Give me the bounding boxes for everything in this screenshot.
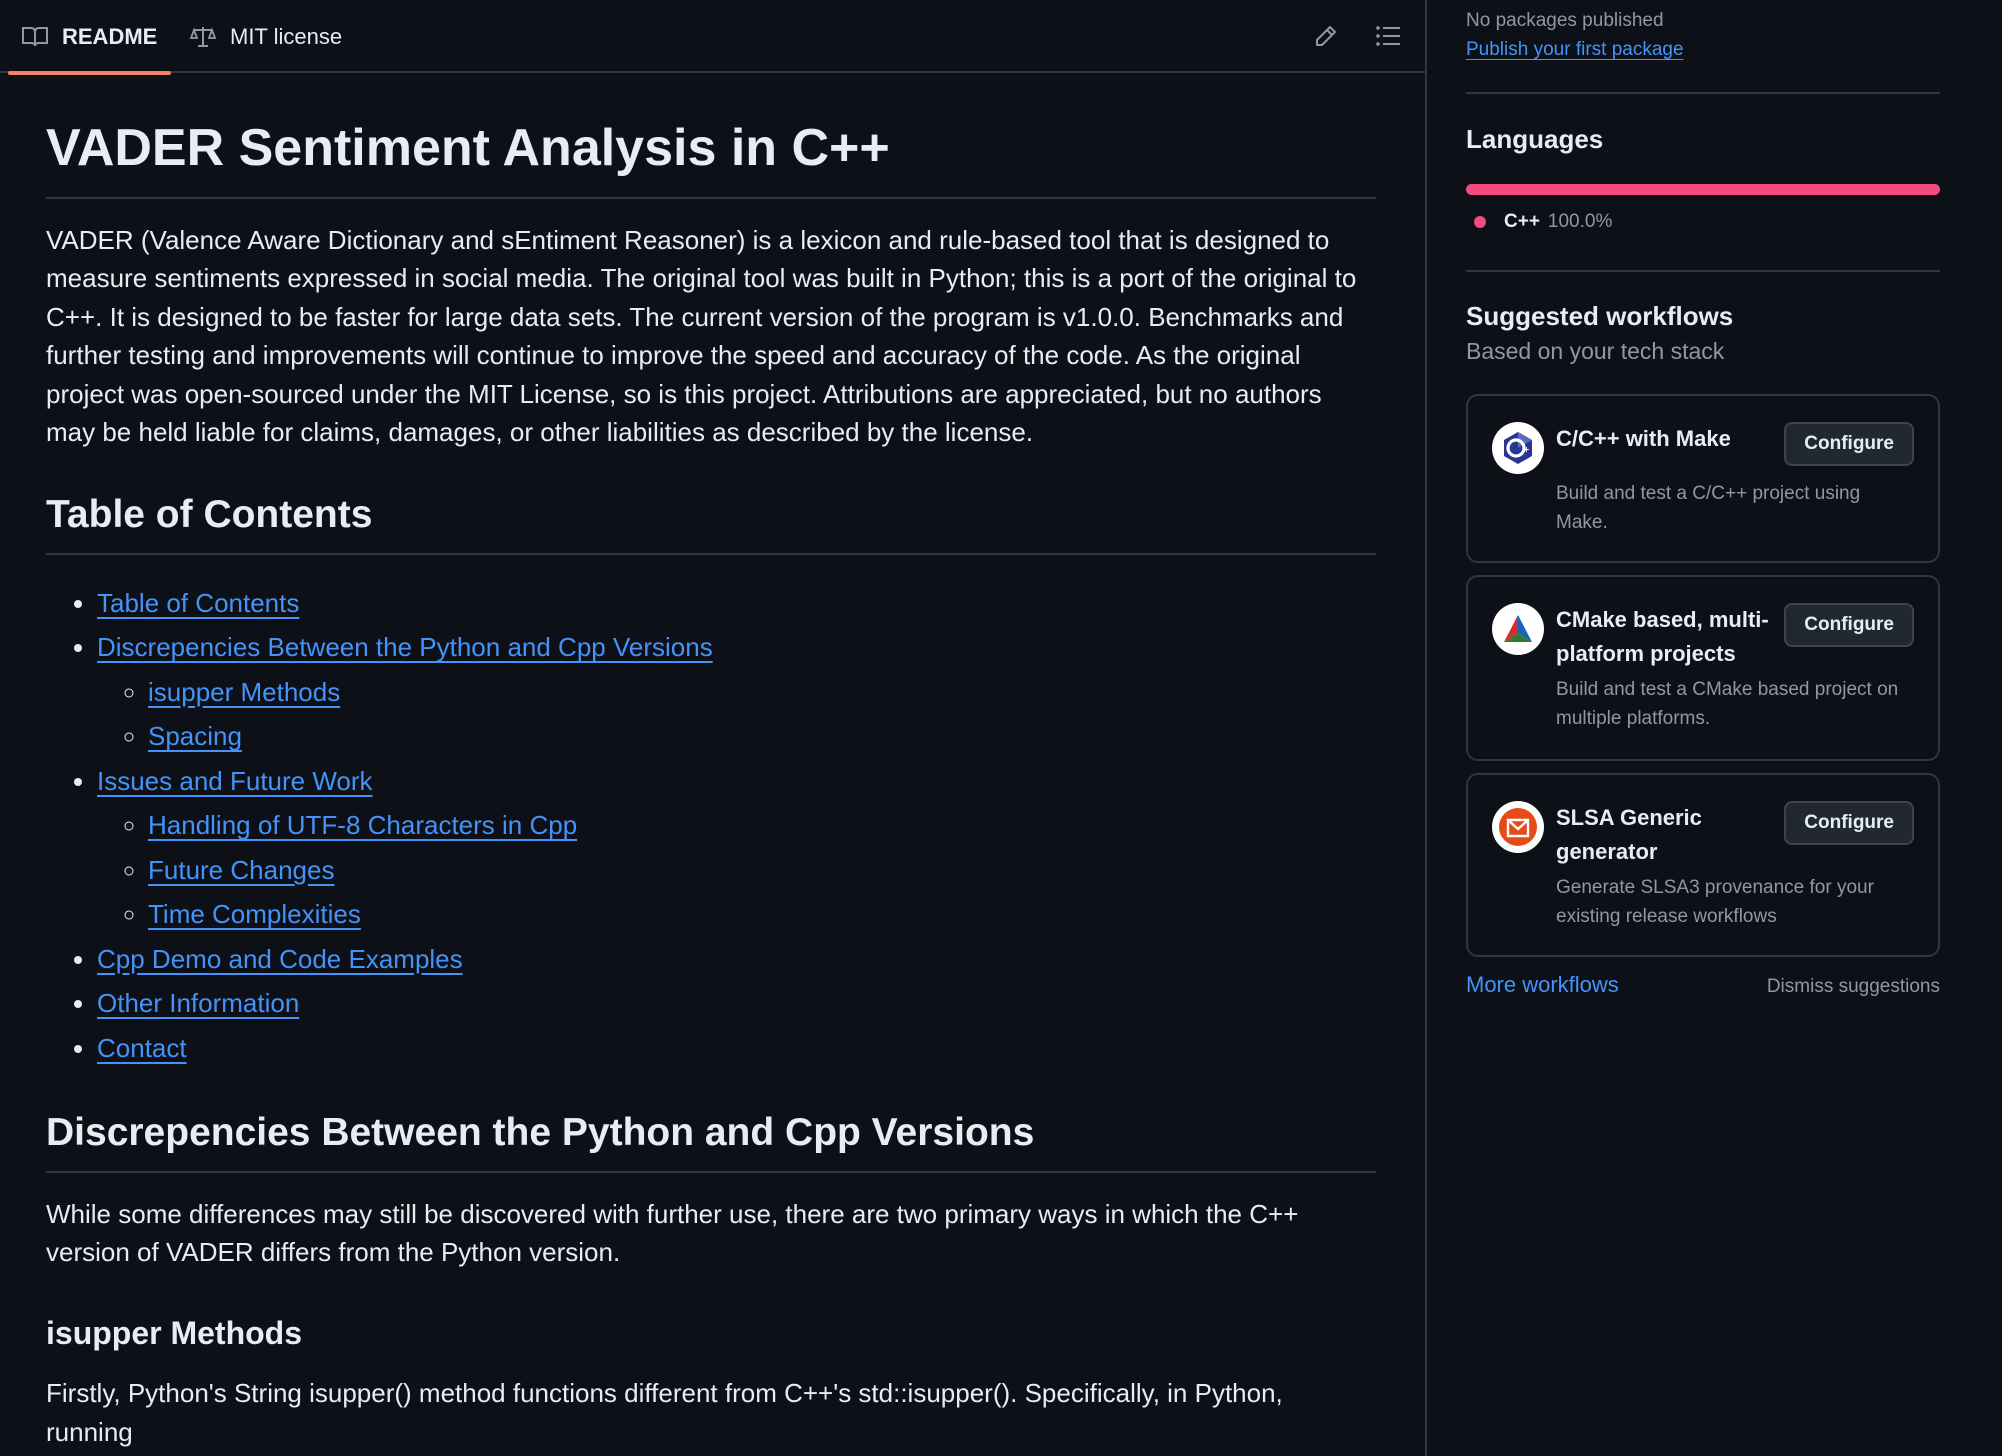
tab-license[interactable]: MIT license (190, 0, 342, 73)
toc-link-discrepencies[interactable]: Discrepencies Between the Python and Cpp… (97, 632, 713, 662)
toc-link-other-information[interactable]: Other Information (97, 988, 299, 1018)
edit-file-button[interactable] (1310, 20, 1342, 52)
toc-item: Other Information (97, 981, 1376, 1026)
readme-panel: README MIT license VADER Sentiment Analy… (0, 0, 1427, 1456)
workflow-title: SLSA Generic generator (1556, 805, 1702, 864)
workflows-heading: Suggested workflows (1466, 301, 1734, 331)
svg-text:+: + (1523, 445, 1530, 454)
language-bar-cpp (1466, 184, 1940, 195)
discrepencies-paragraph: While some differences may still be disc… (46, 1198, 1299, 1268)
workflow-description: Build and test a CMake based project on … (1556, 679, 1899, 729)
toc-link-time-complexities[interactable]: Time Complexities (148, 899, 361, 929)
tab-readme-label: README (62, 23, 158, 49)
toc-item: Contact (97, 1026, 1376, 1071)
workflow-description: Generate SLSA3 provenance for your exist… (1556, 877, 1874, 927)
book-icon (22, 26, 48, 46)
tab-readme[interactable]: README (8, 0, 172, 75)
toc-item: Table of Contents (97, 581, 1376, 626)
languages-heading: Languages (1466, 124, 1604, 154)
workflow-title: CMake based, multi-platform projects (1556, 607, 1769, 666)
configure-button[interactable]: Configure (1784, 422, 1914, 466)
toc-link-isupper-methods[interactable]: isupper Methods (148, 677, 340, 707)
publish-package-link[interactable]: Publish your first package (1466, 39, 1684, 61)
outline-button[interactable] (1372, 20, 1404, 52)
workflow-card-cmake: CMake based, multi-platform projects Con… (1466, 575, 1940, 761)
isupper-heading: isupper Methods (46, 1314, 303, 1351)
toc-link-contact[interactable]: Contact (97, 1033, 187, 1063)
tab-license-label: MIT license (230, 23, 343, 49)
law-scale-icon (190, 26, 216, 47)
packages-status: No packages published (1466, 10, 1664, 31)
toc-link-future-changes[interactable]: Future Changes (148, 855, 334, 885)
toc-subitem: Handling of UTF-8 Characters in Cpp (148, 803, 1376, 848)
configure-button[interactable]: Configure (1784, 801, 1914, 845)
toc-sublist: isupper Methods Spacing (97, 670, 1376, 759)
toc-link-utf8[interactable]: Handling of UTF-8 Characters in Cpp (148, 810, 577, 840)
toc-link-spacing[interactable]: Spacing (148, 721, 242, 751)
toc-item: Issues and Future Work Handling of UTF-8… (97, 759, 1376, 937)
divider (1466, 270, 1940, 272)
language-item-cpp[interactable]: C++ 100.0% (1474, 211, 1612, 233)
workflow-description: Build and test a C/C++ project using Mak… (1556, 483, 1861, 533)
readme-tab-bar: README MIT license (0, 0, 1425, 75)
toc-list: Table of Contents Discrepencies Between … (46, 581, 1376, 1071)
toc-subitem: Spacing (148, 714, 1376, 759)
toc-heading: Table of Contents (46, 492, 1376, 555)
isupper-paragraph: Firstly, Python's String isupper() metho… (46, 1378, 1283, 1447)
toc-subitem: Future Changes (148, 848, 1376, 893)
workflow-title: C/C++ with Make (1556, 426, 1731, 451)
toc-item: Cpp Demo and Code Examples (97, 937, 1376, 982)
toc-link-cpp-demo[interactable]: Cpp Demo and Code Examples (97, 944, 463, 974)
toc-link-issues[interactable]: Issues and Future Work (97, 766, 373, 796)
toc-item: Discrepencies Between the Python and Cpp… (97, 625, 1376, 759)
intro-paragraph: VADER (Valence Aware Dictionary and sEnt… (46, 224, 1357, 448)
divider (1466, 92, 1940, 94)
discrepencies-heading: Discrepencies Between the Python and Cpp… (46, 1110, 1376, 1173)
pencil-icon (1316, 26, 1336, 46)
language-name: C++ (1504, 211, 1540, 232)
cmake-icon (1492, 603, 1544, 655)
cpp-icon: + (1492, 422, 1544, 474)
language-percent: 100.0% (1547, 211, 1613, 232)
readme-content: VADER Sentiment Analysis in C++ VADER (V… (46, 73, 1376, 1451)
configure-button[interactable]: Configure (1784, 603, 1914, 647)
dismiss-suggestions-button[interactable]: Dismiss suggestions (1767, 976, 1940, 998)
list-unordered-icon (1376, 26, 1400, 46)
toc-link-table-of-contents[interactable]: Table of Contents (97, 588, 299, 618)
workflow-card-cpp-make: + C/C++ with Make Configure Build and te… (1466, 394, 1940, 563)
readme-title: VADER Sentiment Analysis in C++ (46, 119, 1376, 199)
toc-subitem: isupper Methods (148, 670, 1376, 715)
toc-sublist: Handling of UTF-8 Characters in Cpp Futu… (97, 803, 1376, 937)
toc-subitem: Time Complexities (148, 892, 1376, 937)
workflows-subheading: Based on your tech stack (1466, 338, 1725, 364)
workflow-card-slsa: SLSA Generic generator Configure Generat… (1466, 773, 1940, 957)
slsa-icon (1492, 801, 1544, 853)
more-workflows-link[interactable]: More workflows (1466, 972, 1619, 998)
language-color-dot (1474, 216, 1486, 228)
